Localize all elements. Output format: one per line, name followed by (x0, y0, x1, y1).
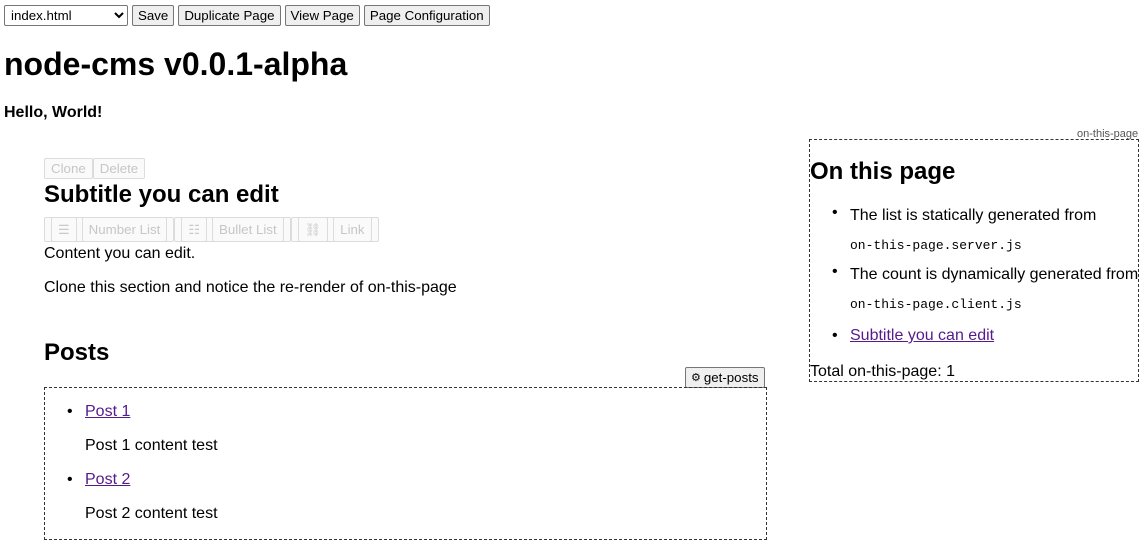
on-this-page-panel: On this page The list is statically gene… (809, 139, 1139, 382)
post-link[interactable]: Post 2 (85, 471, 130, 489)
site-title: node-cms v0.0.1-alpha (4, 46, 348, 82)
link-icon: ⛓ (297, 217, 329, 242)
section-content[interactable]: Content you can edit. (44, 244, 784, 264)
gear-icon: ⚙ (691, 372, 701, 384)
post-content: Post 2 content test (85, 505, 218, 522)
save-button[interactable]: Save (132, 5, 175, 26)
code-filename: on-this-page.client.js (850, 297, 1022, 312)
delete-button[interactable]: Delete (92, 158, 146, 179)
list-item-text: The count is dynamically generated from (850, 266, 1139, 283)
format-toolbar: ☰ Number List ☷ Bullet List ⛓ Link (44, 217, 784, 242)
section-content-note[interactable]: Clone this section and notice the re-ren… (44, 278, 784, 298)
posts-title: Posts (44, 339, 110, 366)
get-posts-label: get-posts (703, 370, 759, 385)
on-this-page-list: The list is statically generated from on… (810, 204, 1139, 348)
section-actions: Clone Delete (44, 158, 784, 179)
list-item: The list is statically generated from on… (810, 204, 1138, 263)
number-list-button[interactable]: ☰ Number List (44, 217, 175, 242)
posts-list: • Post 1 Post 1 content test • Post 2 Po… (44, 387, 767, 540)
list-item-text: The list is statically generated from (850, 207, 1097, 224)
page-configuration-button[interactable]: Page Configuration (363, 5, 490, 26)
duplicate-page-button[interactable]: Duplicate Page (178, 5, 281, 26)
number-list-label: Number List (81, 217, 168, 242)
on-this-page-title: On this page (810, 158, 956, 185)
list-item: • (67, 471, 73, 488)
section-subtitle[interactable]: Subtitle you can edit (44, 181, 784, 209)
list-item: • (67, 403, 73, 420)
clone-button[interactable]: Clone (44, 158, 93, 179)
bullet-list-button[interactable]: ☷ Bullet List (174, 217, 291, 242)
link-label: Link (333, 217, 372, 242)
link-button[interactable]: ⛓ Link (290, 217, 379, 242)
list-item: The count is dynamically generated from … (810, 263, 1139, 324)
bullet-list-icon: ☷ (181, 217, 207, 242)
get-posts-button[interactable]: ⚙ get-posts (685, 367, 765, 388)
view-page-button[interactable]: View Page (284, 5, 360, 26)
numbered-list-icon: ☰ (51, 217, 77, 242)
post-link[interactable]: Post 1 (85, 403, 130, 421)
greeting: Hello, World! (4, 104, 103, 121)
bullet-list-label: Bullet List (212, 217, 284, 242)
toolbar: index.html Save Duplicate Page View Page… (4, 5, 490, 26)
post-content: Post 1 content test (85, 437, 218, 454)
subtitle-anchor-link[interactable]: Subtitle you can edit (850, 327, 994, 344)
on-this-page-count: Total on-this-page: 1 (810, 363, 955, 380)
list-item: Subtitle you can edit (810, 324, 1138, 348)
page-select[interactable]: index.html (4, 5, 128, 26)
code-filename: on-this-page.server.js (850, 238, 1022, 253)
editable-section: Clone Delete Subtitle you can edit ☰ Num… (44, 158, 784, 298)
